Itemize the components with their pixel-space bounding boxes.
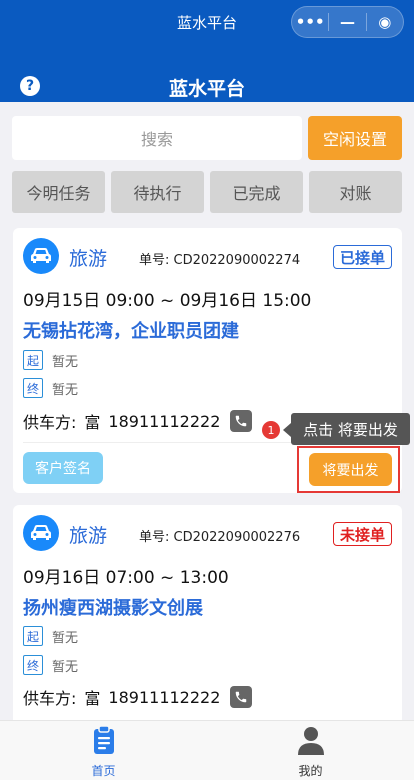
bottom-nav: 首页 我的 xyxy=(0,720,414,780)
tab-reconciliation[interactable]: 对账 xyxy=(309,171,402,213)
start-text: 暂无 xyxy=(52,354,79,370)
header: 蓝水平台 ••• — ◉ ? 蓝水平台 xyxy=(0,0,414,102)
tab-completed[interactable]: 已完成 xyxy=(210,171,303,213)
order-type: 旅游 xyxy=(69,525,108,547)
start-tag: 起 xyxy=(23,626,43,646)
user-icon xyxy=(297,727,324,755)
page-title: 蓝水平台 xyxy=(168,78,245,100)
supplier-row: 供车方: 富 18911112222 xyxy=(23,409,253,433)
phone-icon[interactable] xyxy=(230,686,253,708)
idle-settings-button[interactable]: 空闲设置 xyxy=(308,116,402,160)
order-number: 单号: CD2022090002276 xyxy=(139,530,301,545)
nav-mine[interactable]: 我的 xyxy=(207,721,414,780)
order-time: 09月16日 07:00 ~ 13:00 xyxy=(23,568,229,588)
minimize-icon[interactable]: — xyxy=(329,7,365,37)
end-location: 终 暂无 xyxy=(23,378,78,398)
car-icon xyxy=(23,515,59,551)
about-to-depart-button[interactable]: 将要出发 xyxy=(309,453,392,486)
supplier-row: 供车方: 富 18911112222 xyxy=(23,685,253,709)
order-card[interactable]: 旅游 单号: CD2022090002276 未接单 09月16日 07:00 … xyxy=(13,505,402,725)
end-location: 终 暂无 xyxy=(23,655,78,675)
customer-sign-button[interactable]: 客户签名 xyxy=(23,452,103,484)
start-location: 起 暂无 xyxy=(23,626,78,646)
start-tag: 起 xyxy=(23,350,43,370)
supplier-name: 富 xyxy=(84,413,101,432)
nav-mine-label: 我的 xyxy=(298,764,323,778)
search-input[interactable]: 搜索 xyxy=(12,116,302,160)
status-badge: 未接单 xyxy=(332,522,392,546)
start-location: 起 暂无 xyxy=(23,350,78,370)
close-icon[interactable]: ◉ xyxy=(367,7,403,37)
supplier-name: 富 xyxy=(84,689,101,708)
order-route: 扬州瘦西湖摄影文创展 xyxy=(23,598,203,619)
car-icon xyxy=(23,238,59,274)
supplier-phone: 18911112222 xyxy=(108,411,221,431)
supplier-label: 供车方: xyxy=(23,413,77,432)
order-card[interactable]: 旅游 单号: CD2022090002274 已接单 09月15日 09:00 … xyxy=(13,228,402,493)
tooltip-arrow xyxy=(283,423,291,437)
supplier-label: 供车方: xyxy=(23,689,77,708)
tooltip-step-badge: 1 xyxy=(262,421,280,439)
order-time: 09月15日 09:00 ~ 09月16日 15:00 xyxy=(23,291,312,311)
more-icon[interactable]: ••• xyxy=(292,7,328,37)
end-text: 暂无 xyxy=(52,659,79,675)
highlight-box: 将要出发 xyxy=(297,446,400,493)
start-text: 暂无 xyxy=(52,630,79,646)
end-text: 暂无 xyxy=(52,382,79,398)
order-route: 无锡拈花湾，企业职员团建 xyxy=(23,321,239,342)
order-type: 旅游 xyxy=(69,248,108,270)
end-tag: 终 xyxy=(23,655,43,675)
supplier-phone: 18911112222 xyxy=(108,687,221,707)
tooltip: 点击 将要出发 xyxy=(291,413,410,445)
tab-pending[interactable]: 待执行 xyxy=(111,171,204,213)
order-number: 单号: CD2022090002274 xyxy=(139,253,301,268)
clipboard-icon xyxy=(93,725,114,754)
end-tag: 终 xyxy=(23,378,43,398)
filter-tabs: 今明任务 待执行 已完成 对账 xyxy=(12,171,402,213)
phone-icon[interactable] xyxy=(230,410,253,432)
status-badge: 已接单 xyxy=(332,245,392,269)
capsule-menu: ••• — ◉ xyxy=(291,6,404,38)
nav-home[interactable]: 首页 xyxy=(0,721,207,780)
nav-home-label: 首页 xyxy=(91,764,116,778)
tab-today-tomorrow[interactable]: 今明任务 xyxy=(12,171,105,213)
